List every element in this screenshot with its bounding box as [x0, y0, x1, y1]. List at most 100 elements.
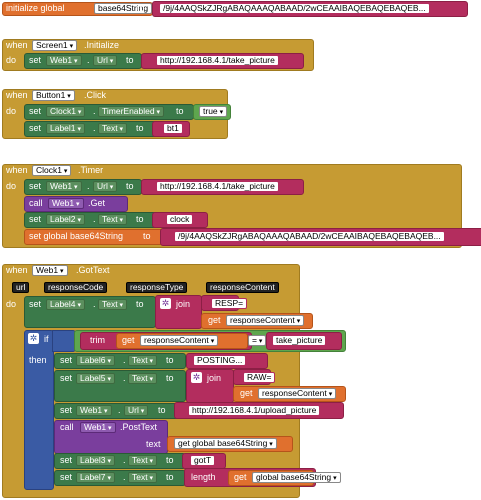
label4-dot: . [93, 299, 96, 309]
clock-call-target[interactable]: Web1 [48, 198, 84, 209]
clock-row3-prop[interactable]: Text [98, 214, 128, 225]
set-web-url-block[interactable] [54, 403, 190, 419]
clock-row3-to: to [136, 214, 144, 224]
param-response-code[interactable]: responseCode [44, 282, 108, 293]
label5-target[interactable]: Label5 [76, 373, 115, 384]
screen-prop-dropdown[interactable]: Url [93, 55, 118, 66]
join2-gear-icon[interactable]: ✲ [191, 372, 202, 383]
clock-row3-set: set [29, 214, 42, 224]
clock-row1-set: set [29, 181, 42, 191]
post-call-label: call [60, 422, 74, 432]
button-row2-dot: . [93, 123, 96, 133]
gottext-when-label: when [6, 265, 28, 275]
gottext-do-label: do [6, 299, 17, 309]
clock-global-value[interactable]: /9j/4AAQSkZJRgABAQAAAQABAAD/2wCEAAIBAQEB… [174, 231, 445, 242]
web-url-set: set [60, 405, 73, 415]
button-row2-target[interactable]: Label1 [46, 123, 85, 134]
label3-target[interactable]: Label3 [76, 455, 115, 466]
then-label: then [29, 355, 47, 365]
label7-target[interactable]: Label7 [76, 472, 115, 483]
init-to-label: to [137, 3, 145, 13]
length-get-var[interactable]: global base64String [252, 472, 341, 483]
label4-get-var[interactable]: responseContent [226, 315, 305, 326]
param-response-type[interactable]: responseType [126, 282, 188, 293]
web-url-prop[interactable]: Url [124, 405, 149, 416]
init-global-label: initialize global [6, 3, 65, 13]
true-value-dropdown[interactable]: true [199, 106, 228, 117]
clock-url-value[interactable]: http://192.168.4.1/take_picture [156, 181, 279, 192]
screen-do-label: do [6, 55, 17, 65]
label4-target[interactable]: Label4 [46, 299, 85, 310]
screen-target-dropdown[interactable]: Web1 [46, 55, 82, 66]
label7-set: set [60, 472, 73, 482]
button-do-label: do [6, 106, 17, 116]
init-value-text[interactable]: /9j/4AAQSkZJRgABAQAAAQABAAD/2wCEAAIBAQEB… [159, 3, 430, 14]
if-label: if [44, 334, 49, 344]
button-row2-prop[interactable]: Text [98, 123, 128, 134]
clock-component-dropdown[interactable]: Clock1 [32, 165, 72, 176]
button-row1-to: to [176, 106, 184, 116]
label4-prop[interactable]: Text [98, 299, 128, 310]
screen-set-url-block[interactable] [24, 53, 142, 69]
button-row1-target[interactable]: Clock1 [46, 106, 86, 117]
clock-call-label: call [29, 198, 43, 208]
clock-row3-target[interactable]: Label2 [46, 214, 85, 225]
web-url-dot: . [118, 405, 121, 415]
label5-get-var[interactable]: responseContent [258, 388, 337, 399]
button-when-label: when [6, 90, 28, 100]
label7-to: to [166, 472, 174, 482]
if-header-block[interactable] [52, 330, 76, 352]
label3-prop[interactable]: Text [128, 455, 158, 466]
label6-prop[interactable]: Text [128, 355, 158, 366]
screen-to-label: to [126, 55, 134, 65]
param-response-content[interactable]: responseContent [206, 282, 279, 293]
trim-label: trim [90, 335, 105, 345]
web-url-target[interactable]: Web1 [76, 405, 112, 416]
label3-set: set [60, 455, 73, 465]
label6-target[interactable]: Label6 [76, 355, 115, 366]
post-target[interactable]: Web1 [80, 422, 116, 433]
label7-prop[interactable]: Text [128, 472, 158, 483]
bt1-value-text[interactable]: bt1 [163, 123, 183, 134]
trim-get-label: get [122, 335, 135, 345]
label7-dot: . [123, 472, 126, 482]
compare-operator[interactable]: = [248, 335, 267, 346]
label4-to: to [136, 299, 144, 309]
clock-set-global-label: set global base64String [29, 231, 124, 241]
label4-get-label: get [208, 315, 221, 325]
raw-text-value[interactable]: RAW= [243, 372, 276, 383]
clock-do-label: do [6, 181, 17, 191]
button-component-dropdown[interactable]: Button1 [32, 90, 75, 101]
clock-row1-to: to [126, 181, 134, 191]
posting-value[interactable]: POSTING... [193, 355, 247, 366]
clock-set-url-block[interactable] [24, 179, 142, 195]
label3-dot: . [123, 455, 126, 465]
clock-row1-dot: . [87, 181, 90, 191]
button-row2-set: set [29, 123, 42, 133]
clock-row1-target[interactable]: Web1 [46, 181, 82, 192]
gottext-component-dropdown[interactable]: Web1 [32, 265, 68, 276]
button-row1-prop[interactable]: TimerEnabled [98, 106, 165, 117]
label5-dot: . [123, 373, 126, 383]
take-picture-value[interactable]: take_picture [272, 335, 327, 346]
label5-set: set [60, 373, 73, 383]
post-get-var[interactable]: get global base64String [174, 438, 277, 449]
gottext-event-label: .GotText [76, 265, 110, 275]
clock-value-text[interactable]: clock [166, 214, 194, 225]
screen-component-dropdown[interactable]: Screen1 [32, 40, 78, 51]
screen-event-label: .Initialize [84, 40, 120, 50]
join-gear-icon[interactable]: ✲ [160, 298, 171, 309]
length-get-label: get [234, 472, 247, 482]
label4-join-label: join [176, 299, 191, 309]
upload-url-value[interactable]: http://192.168.4.1/upload_picture [188, 405, 321, 416]
if-gear-icon[interactable]: ✲ [28, 333, 39, 344]
clock-row1-prop[interactable]: Url [93, 181, 118, 192]
resp-text-value[interactable]: RESP= [211, 298, 248, 309]
label5-prop[interactable]: Text [128, 373, 158, 384]
if-then-block[interactable] [24, 330, 54, 490]
screen-url-value[interactable]: http://192.168.4.1/take_picture [156, 55, 279, 66]
trim-get-var[interactable]: responseContent [140, 335, 219, 346]
gott-value[interactable]: gotT [190, 455, 216, 466]
param-url[interactable]: url [12, 282, 30, 293]
button-row1-dot: . [93, 106, 96, 116]
